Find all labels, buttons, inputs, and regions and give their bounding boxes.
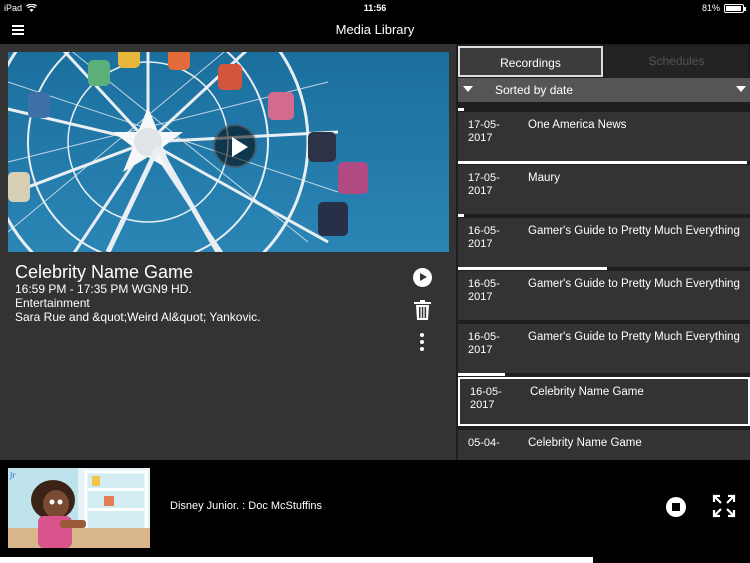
- status-bar: iPad 11:56 81%: [0, 0, 750, 16]
- live-thumbnail[interactable]: Jr: [8, 468, 150, 548]
- mini-player: Jr Disney Junior. : Doc McStuffins: [0, 460, 750, 563]
- now-playing-title: Disney Junior. : Doc McStuffins: [170, 500, 323, 512]
- stop-button[interactable]: [666, 497, 686, 517]
- caret-down-icon: [736, 86, 746, 92]
- cartoon-image: Jr: [8, 468, 150, 548]
- recording-row[interactable]: 16-05-2017 Gamer's Guide to Pretty Much E…: [458, 271, 750, 320]
- fullscreen-icon: [712, 494, 736, 518]
- more-options-button[interactable]: [419, 333, 425, 353]
- recording-row[interactable]: 17-05-2017 Maury: [458, 165, 750, 214]
- tab-recordings[interactable]: Recordings: [458, 46, 603, 77]
- recording-date: 17-05-2017: [468, 172, 500, 197]
- recording-detail-panel: Celebrity Name Game 16:59 PM - 17:35 PM …: [0, 44, 456, 460]
- recording-row[interactable]: 17-05-2017 One America News: [458, 112, 750, 161]
- svg-text:Jr: Jr: [9, 471, 16, 480]
- play-button[interactable]: [413, 268, 432, 287]
- recording-date: 16-05-2017: [468, 225, 500, 250]
- recording-name: Celebrity Name Game: [530, 386, 644, 398]
- recording-row[interactable]: 16-05-2017 Gamer's Guide to Pretty Much E…: [458, 324, 750, 373]
- page-title: Media Library: [335, 22, 415, 37]
- delete-button[interactable]: [414, 300, 431, 320]
- caret-down-icon: [463, 86, 473, 92]
- recordings-list-panel: Recordings Schedules Sorted by date 17-0…: [456, 44, 750, 460]
- trash-icon: [414, 300, 431, 320]
- recording-progress-bar: [458, 373, 505, 376]
- recording-date: 05-04-: [468, 437, 500, 449]
- recording-name: One America News: [528, 119, 627, 131]
- recording-date: 16-05-2017: [468, 331, 500, 356]
- playback-progress-fill: [0, 557, 593, 563]
- recording-time-channel: 16:59 PM - 17:35 PM WGN9 HD.: [15, 282, 192, 296]
- nav-bar: Media Library: [0, 16, 750, 44]
- recording-thumbnail[interactable]: [8, 52, 449, 252]
- recording-name: Gamer's Guide to Pretty Much Everything: [528, 225, 740, 237]
- recording-name: Celebrity Name Game: [528, 437, 642, 449]
- recording-progress-bar: [458, 161, 747, 164]
- recording-row[interactable]: 16-05-2017 Celebrity Name Game: [458, 377, 750, 426]
- fullscreen-button[interactable]: [712, 494, 736, 518]
- play-overlay-icon[interactable]: [213, 124, 257, 168]
- recording-name: Maury: [528, 172, 560, 184]
- recording-row[interactable]: 16-05-2017 Gamer's Guide to Pretty Much E…: [458, 218, 750, 267]
- battery-percent: 81%: [701, 3, 720, 13]
- recording-description: Sara Rue and &quot;Weird Al&quot; Yankov…: [15, 310, 261, 324]
- recording-genre: Entertainment: [15, 296, 90, 310]
- tab-schedules[interactable]: Schedules: [605, 46, 748, 77]
- recording-progress-bar: [458, 214, 464, 217]
- recording-date: 17-05-2017: [468, 119, 500, 144]
- recording-progress-bar: [458, 267, 607, 270]
- sort-dropdown[interactable]: Sorted by date: [458, 78, 750, 102]
- recording-name: Gamer's Guide to Pretty Much Everything: [528, 331, 740, 343]
- recording-row[interactable]: 05-04- Celebrity Name Game: [458, 430, 750, 460]
- clock: 11:56: [363, 3, 387, 13]
- sort-label: Sorted by date: [495, 83, 574, 97]
- battery-icon: [724, 3, 746, 13]
- recording-title: Celebrity Name Game: [15, 262, 194, 282]
- recording-date: 16-05-2017: [470, 386, 502, 411]
- recording-name: Gamer's Guide to Pretty Much Everything: [528, 278, 740, 290]
- recording-date: 16-05-2017: [468, 278, 500, 303]
- recording-progress-bar: [458, 108, 464, 111]
- playback-progress-bar[interactable]: [0, 557, 750, 563]
